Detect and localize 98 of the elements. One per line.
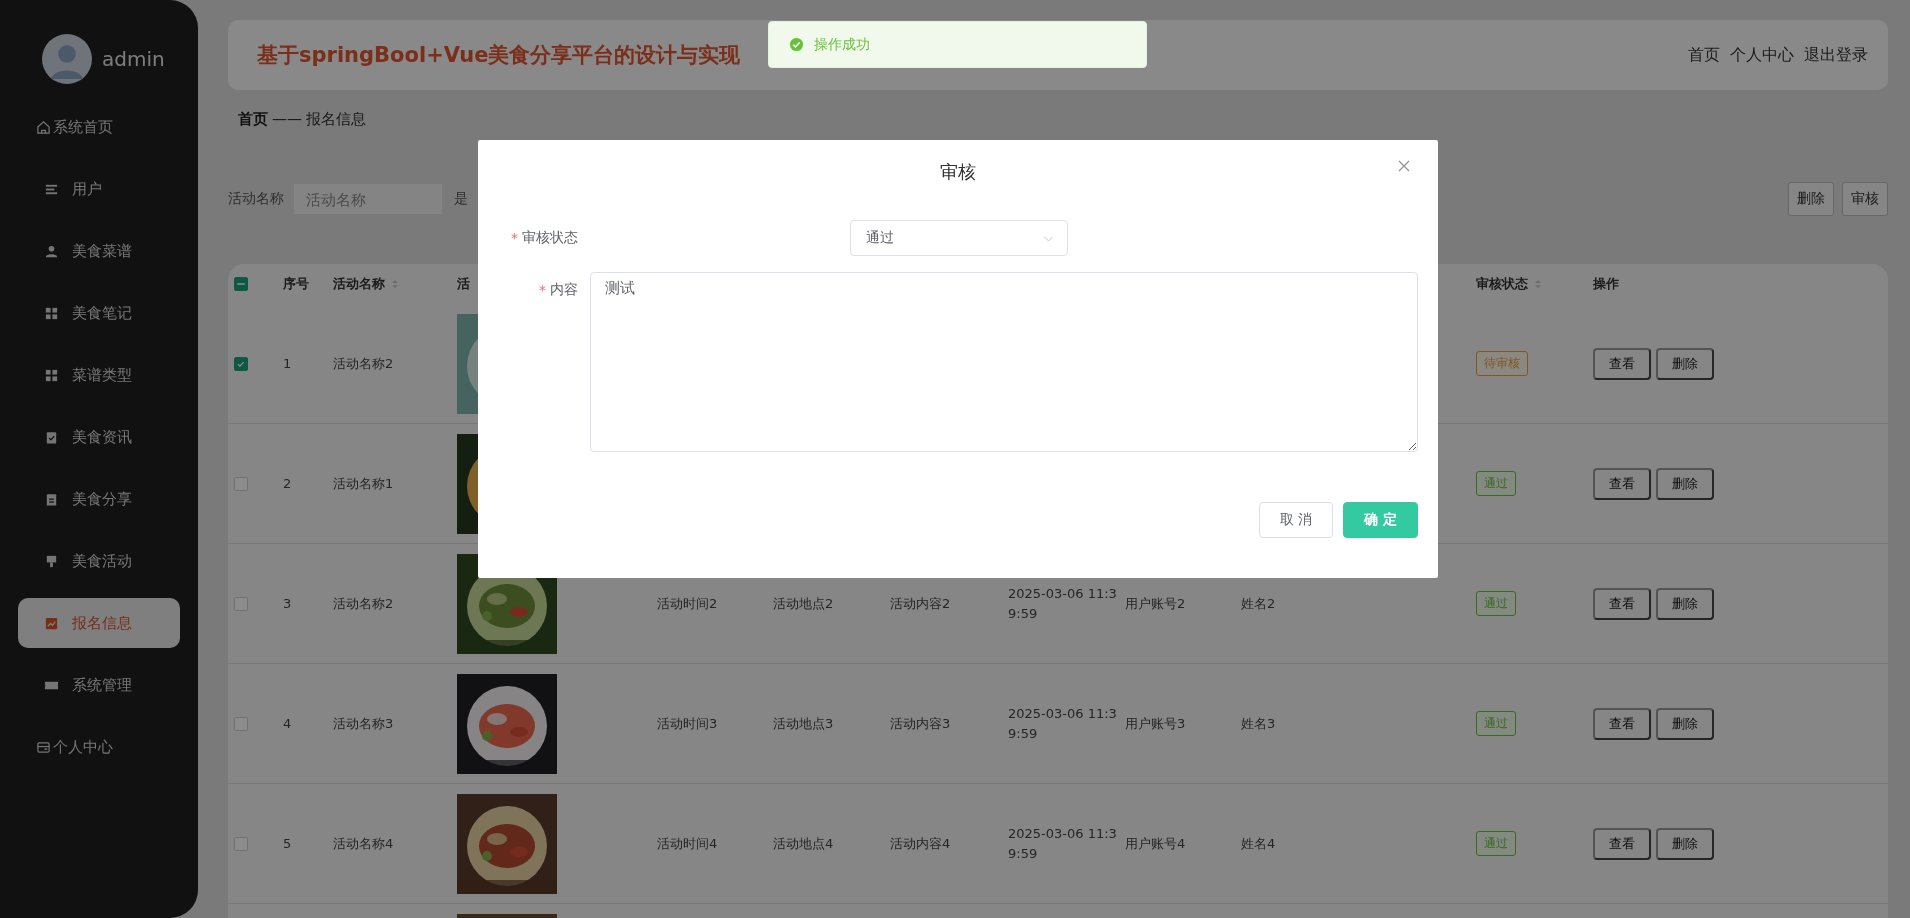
table-cell: 活动内容3: [890, 714, 951, 733]
column-header: 序号: [283, 275, 309, 293]
nav-item[interactable]: 美食分享: [18, 474, 180, 524]
row-action-button[interactable]: 删除: [1656, 467, 1714, 500]
status-tag: 通过: [1476, 591, 1516, 616]
status-tag: 待审核: [1476, 351, 1528, 376]
breadcrumb-current: 报名信息: [306, 109, 366, 129]
table-cell: 活动内容4: [890, 834, 951, 853]
dialog-title: 审核: [940, 160, 976, 184]
nav-item[interactable]: 系统首页: [18, 102, 180, 152]
table-cell: 活动地点2: [773, 594, 834, 613]
table-cell-text: 2025-03-06 11:39:59: [1008, 584, 1118, 623]
table-cell: 3: [283, 596, 292, 611]
user-name: admin: [102, 47, 165, 71]
toast-text: 操作成功: [814, 35, 870, 54]
content-field[interactable]: 测试: [590, 272, 1418, 452]
house-icon: [36, 119, 51, 135]
row-action-button[interactable]: 删除: [1656, 587, 1714, 620]
table-cell: 活动地点3: [773, 714, 834, 733]
row-action-button[interactable]: 删除: [1656, 347, 1714, 380]
checkbox[interactable]: [234, 596, 248, 611]
table-cell: 姓名3: [1241, 714, 1276, 733]
nav-item[interactable]: 美食活动: [18, 536, 180, 586]
nav-item[interactable]: 美食菜谱: [18, 226, 180, 276]
column-header: 活: [457, 275, 470, 293]
table-cell: 活动名称4: [333, 834, 394, 853]
table-cell: 活动内容2: [890, 594, 951, 613]
row-action-button[interactable]: 查看: [1593, 587, 1651, 620]
form-label: 内容: [550, 281, 578, 299]
grid-icon: [44, 305, 59, 321]
table-cell-text: 2025-03-06 11:39:59: [1008, 704, 1118, 743]
row-action-button[interactable]: 查看: [1593, 347, 1651, 380]
checkbox[interactable]: [234, 356, 248, 371]
table-cell-text: 2025-03-06 11:39:59: [1008, 824, 1118, 863]
status-tag: 通过: [1476, 711, 1516, 736]
row-action-button[interactable]: 查看: [1593, 467, 1651, 500]
table-cell: 5: [283, 836, 292, 851]
table-cell: 姓名4: [1241, 834, 1276, 853]
chart-icon: [44, 615, 59, 631]
table-cell: 2: [283, 476, 292, 491]
close-icon[interactable]: [1398, 160, 1410, 172]
status-tag: 通过: [1476, 471, 1516, 496]
wallet-icon: [36, 739, 51, 755]
grid-icon: [44, 367, 59, 383]
toolbar-button[interactable]: 删除: [1788, 182, 1834, 216]
nav-item[interactable]: 美食笔记: [18, 288, 180, 338]
table-cell: 活动时间2: [657, 594, 718, 613]
table-cell: 1: [283, 356, 292, 371]
nav-item[interactable]: 系统管理: [18, 660, 180, 710]
table-cell: 用户账号2: [1125, 594, 1186, 613]
status-select[interactable]: 通过: [850, 220, 1068, 256]
success-icon: [789, 37, 804, 52]
row-action-button[interactable]: 删除: [1656, 827, 1714, 860]
row-action-button[interactable]: 查看: [1593, 827, 1651, 860]
table-cell: 活动名称2: [333, 354, 394, 373]
cancel-button[interactable]: 取 消: [1258, 502, 1334, 538]
nav-item[interactable]: 美食资讯: [18, 412, 180, 462]
table-cell: 活动地点4: [773, 834, 834, 853]
breadcrumb-separator: ——: [272, 110, 302, 128]
table-cell: 用户账号4: [1125, 834, 1186, 853]
checkbox[interactable]: [234, 277, 248, 291]
checkbox[interactable]: [234, 476, 248, 491]
required-mark: *: [539, 282, 546, 298]
brush-icon: [44, 553, 59, 569]
header-link[interactable]: 个人中心: [1730, 44, 1794, 66]
clipboard-icon: [44, 491, 59, 507]
table-cell: 活动时间4: [657, 834, 718, 853]
status-tag: 通过: [1476, 831, 1516, 856]
form-label: 审核状态: [522, 229, 578, 247]
clipboard-check-icon: [44, 429, 59, 445]
nav-item[interactable]: 用户: [18, 164, 180, 214]
table-cell: 活动名称1: [333, 474, 394, 493]
avatar-icon: [42, 34, 92, 84]
nav-item[interactable]: 菜谱类型: [18, 350, 180, 400]
required-mark: *: [511, 230, 518, 246]
header-link[interactable]: 首页: [1688, 44, 1720, 66]
column-header: 操作: [1593, 275, 1619, 293]
checkbox[interactable]: [234, 836, 248, 851]
toolbar-button[interactable]: 审核: [1842, 182, 1888, 216]
row-action-button[interactable]: 删除: [1656, 707, 1714, 740]
checkbox[interactable]: [234, 716, 248, 731]
table-cell: 4: [283, 716, 292, 731]
table-cell: 用户账号3: [1125, 714, 1186, 733]
search-label: 是: [454, 190, 468, 208]
search-field[interactable]: 活动名称: [294, 184, 442, 214]
table-cell: 活动名称3: [333, 714, 394, 733]
table-cell: 姓名2: [1241, 594, 1276, 613]
row-action-button[interactable]: 查看: [1593, 707, 1651, 740]
search-label: 活动名称: [228, 190, 284, 208]
person-icon: [44, 243, 59, 259]
column-header: 审核状态: [1476, 275, 1528, 293]
table-cell: 活动时间3: [657, 714, 718, 733]
header-link[interactable]: 退出登录: [1804, 44, 1868, 66]
table-cell: 活动名称2: [333, 594, 394, 613]
column-header: 活动名称: [333, 275, 385, 293]
nav-item[interactable]: 个人中心: [18, 722, 180, 772]
breadcrumb-home[interactable]: 首页: [238, 109, 268, 129]
site-title: 基于springBool+Vue美食分享平台的设计与实现: [257, 42, 741, 69]
